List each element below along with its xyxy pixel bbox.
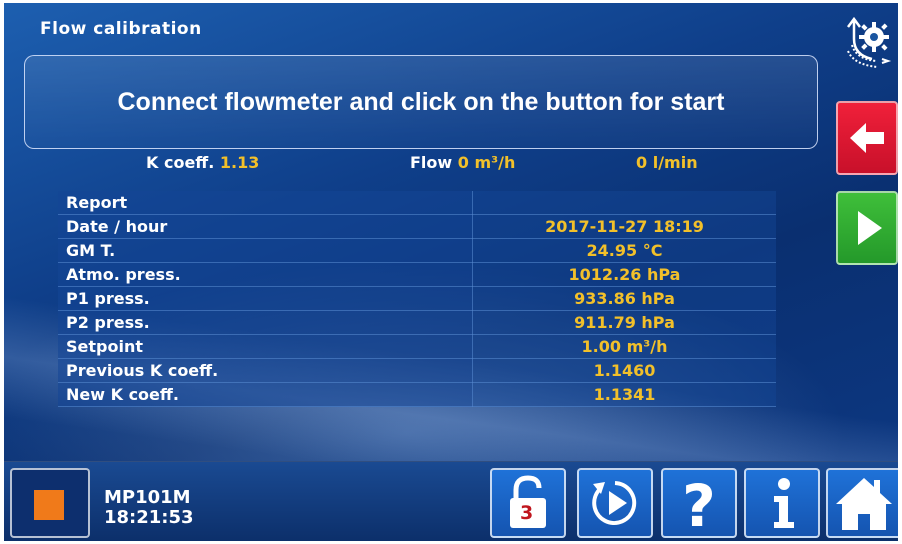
home-button[interactable] xyxy=(826,468,898,538)
row-value: 1012.26 hPa xyxy=(472,262,776,287)
arrow-left-icon xyxy=(850,123,884,153)
row-label: Previous K coeff. xyxy=(58,358,473,383)
row-label: GM T. xyxy=(58,238,473,263)
table-row: Previous K coeff. 1.1460 xyxy=(58,358,776,383)
instruction-box: Connect flowmeter and click on the butto… xyxy=(24,55,818,149)
device-status: MP101M 18:21:53 xyxy=(104,488,194,528)
table-row: P1 press. 933.86 hPa xyxy=(58,286,776,311)
svg-text:?: ? xyxy=(682,472,716,536)
flow-value: 0 m³/h xyxy=(457,153,516,172)
table-row: P2 press. 911.79 hPa xyxy=(58,310,776,335)
row-label: Setpoint xyxy=(58,334,473,359)
k-coeff-label: K coeff. xyxy=(146,153,215,172)
table-row: Report xyxy=(58,191,776,215)
table-row: Atmo. press. 1012.26 hPa xyxy=(58,262,776,287)
play-icon xyxy=(858,211,882,245)
start-button[interactable] xyxy=(836,191,898,265)
row-label: Atmo. press. xyxy=(58,262,473,287)
k-coeff-readout: K coeff. 1.13 xyxy=(146,153,259,172)
stop-square-icon xyxy=(34,490,64,520)
replay-button[interactable] xyxy=(577,468,653,538)
bottom-bar: MP101M 18:21:53 3 ? xyxy=(4,461,898,541)
settings-rotate-icon[interactable] xyxy=(842,15,892,71)
lock-button[interactable]: 3 xyxy=(490,468,566,538)
row-value: 2017-11-27 18:19 xyxy=(472,214,776,239)
row-label: P2 press. xyxy=(58,310,473,335)
k-coeff-value: 1.13 xyxy=(219,153,260,172)
flow-readout: Flow 0 m³/h xyxy=(410,153,515,172)
row-value: 1.1341 xyxy=(472,382,776,407)
screen: Flow calibration Connect flowmeter and c… xyxy=(4,3,898,541)
row-label: P1 press. xyxy=(58,286,473,311)
row-value: 24.95 °C xyxy=(472,238,776,263)
row-value: 1.1460 xyxy=(472,358,776,383)
device-name: MP101M xyxy=(104,487,191,508)
row-value: 911.79 hPa xyxy=(472,310,776,335)
row-value: 1.00 m³/h xyxy=(472,334,776,359)
stop-button[interactable] xyxy=(10,468,90,538)
back-button[interactable] xyxy=(836,101,898,175)
table-row: Setpoint 1.00 m³/h xyxy=(58,334,776,359)
lock-level: 3 xyxy=(520,502,534,524)
help-button[interactable]: ? xyxy=(661,468,737,538)
flow-lmin-value: 0 l/min xyxy=(636,153,698,172)
replay-icon xyxy=(592,481,637,525)
home-icon xyxy=(836,478,892,530)
clock-time: 18:21:53 xyxy=(104,507,194,528)
page-title: Flow calibration xyxy=(40,19,202,39)
row-label: Date / hour xyxy=(58,214,473,239)
row-label: New K coeff. xyxy=(58,382,473,407)
instruction-text: Connect flowmeter and click on the butto… xyxy=(117,87,725,116)
report-header: Report xyxy=(58,191,473,215)
info-button[interactable] xyxy=(744,468,820,538)
row-value: 933.86 hPa xyxy=(472,286,776,311)
table-row: GM T. 24.95 °C xyxy=(58,238,776,263)
flow-label: Flow xyxy=(410,153,453,172)
report-table: Report Date / hour 2017-11-27 18:19 GM T… xyxy=(58,191,776,407)
table-row: New K coeff. 1.1341 xyxy=(58,382,776,407)
table-row: Date / hour 2017-11-27 18:19 xyxy=(58,214,776,239)
info-icon xyxy=(774,478,794,528)
question-icon: ? xyxy=(682,472,716,536)
